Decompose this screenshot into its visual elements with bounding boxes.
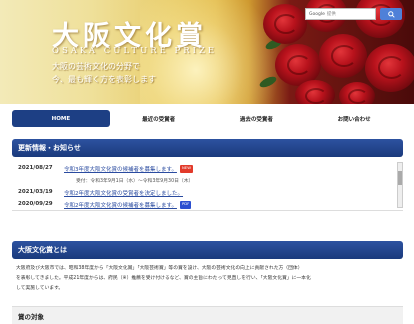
news-date: 2021/03/19 <box>18 189 53 195</box>
nav-home[interactable]: HOME <box>12 110 110 127</box>
search-input[interactable]: Google 提供 <box>305 8 376 20</box>
site-subtitle: OSAKA CULTURE PRIZE <box>52 46 218 56</box>
targets-heading: 賞の対象 <box>12 306 403 324</box>
news-item: 2020/09/29 令和2年度大阪文化賞の候補者を募集します。 PDF <box>18 201 192 209</box>
news-link[interactable]: 令和2年度大阪文化賞の受賞者を決定しました。 <box>64 189 183 197</box>
tagline-line-2: 今、最も輝く方を表彰します <box>52 75 156 84</box>
about-text: 大阪府及び大阪市では、昭和38年度から「大阪文化賞」「大阪芸術賞」等の賞を設け、… <box>16 264 402 294</box>
about-line: を表彰してきました。平成21年度からは、府民（※）推薦を受け付けるなど、賞の主旨… <box>16 276 311 281</box>
tagline: 大阪の芸術文化の分野で 今、最も輝く方を表彰します <box>52 60 156 86</box>
news-sub-text: 受付：令和3年9月1日（水）～令和3年9月30日（木） <box>76 179 194 184</box>
news-heading: 更新情報・お知らせ <box>12 139 403 157</box>
about-line: して実施しています。 <box>16 286 64 291</box>
nav-contact[interactable]: お問い合わせ <box>305 110 403 127</box>
scrollbar-thumb[interactable] <box>398 171 402 185</box>
news-date: 2021/08/27 <box>18 165 53 171</box>
search-placeholder-suffix: 提供 <box>326 12 336 17</box>
news-list: 2021/08/27 令和3年度大阪文化賞の候補者を募集します。 NEW 受付：… <box>12 159 403 211</box>
news-link[interactable]: 令和3年度大阪文化賞の候補者を募集します。 <box>64 165 177 173</box>
news-date: 2020/09/29 <box>18 201 53 207</box>
main-nav: HOME 最近の受賞者 過去の受賞者 お問い合わせ <box>12 110 403 127</box>
tagline-line-1: 大阪の芸術文化の分野で <box>52 62 140 71</box>
about-line: 大阪府及び大阪市では、昭和38年度から「大阪文化賞」「大阪芸術賞」等の賞を設け、… <box>16 266 303 271</box>
header-banner: 大阪文化賞 OSAKA CULTURE PRIZE 大阪の芸術文化の分野で 今、… <box>0 0 414 104</box>
search-icon <box>387 10 395 18</box>
site-search: Google 提供 <box>305 8 402 20</box>
pdf-badge: PDF <box>179 201 192 209</box>
about-heading: 大阪文化賞とは <box>12 241 403 259</box>
new-badge: NEW <box>179 165 193 173</box>
search-placeholder: Google <box>309 11 325 17</box>
search-button[interactable] <box>380 8 402 20</box>
news-item: 2021/03/19 令和2年度大阪文化賞の受賞者を決定しました。 <box>18 189 183 197</box>
news-item: 2021/08/27 令和3年度大阪文化賞の候補者を募集します。 NEW <box>18 165 193 173</box>
nav-past-winners[interactable]: 過去の受賞者 <box>208 110 306 127</box>
news-scrollbar[interactable] <box>397 162 403 208</box>
news-link[interactable]: 令和2年度大阪文化賞の候補者を募集します。 <box>64 201 177 209</box>
nav-recent-winners[interactable]: 最近の受賞者 <box>110 110 208 127</box>
